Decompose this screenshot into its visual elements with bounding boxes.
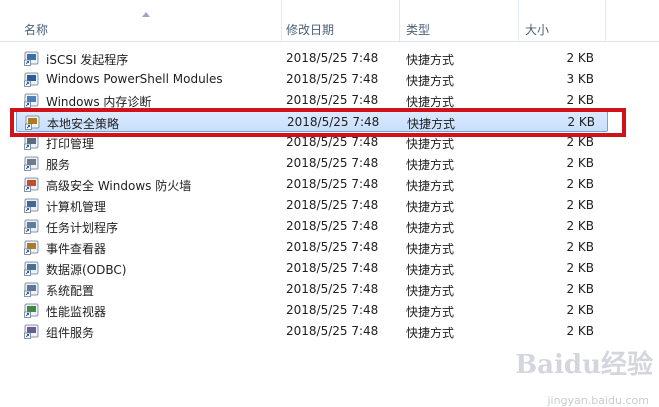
file-row[interactable]: 数据源(ODBC) 2018/5/25 7:48 快捷方式 2 KB xyxy=(16,258,606,279)
file-date: 2018/5/25 7:48 xyxy=(286,177,379,191)
file-type: 快捷方式 xyxy=(406,74,455,88)
file-name: 数据源(ODBC) xyxy=(46,263,127,277)
file-row[interactable]: 组件服务 2018/5/25 7:48 快捷方式 2 KB xyxy=(16,321,606,342)
column-size[interactable]: 大小 xyxy=(519,0,606,41)
column-date[interactable]: 修改日期 xyxy=(282,0,400,41)
task-scheduler-icon xyxy=(24,219,39,234)
file-name: 任务计划程序 xyxy=(46,221,119,235)
file-size: 3 KB xyxy=(566,72,594,86)
file-type: 快捷方式 xyxy=(406,200,455,214)
column-type-label: 类型 xyxy=(406,23,431,37)
file-size: 2 KB xyxy=(566,324,594,338)
odbc-icon xyxy=(24,261,39,276)
watermark-url: jingyan.baidu.com xyxy=(547,394,649,407)
file-date: 2018/5/25 7:48 xyxy=(286,303,379,317)
file-name: 性能监视器 xyxy=(46,305,107,319)
file-size: 2 KB xyxy=(566,261,594,275)
file-size: 2 KB xyxy=(566,93,594,107)
file-type: 快捷方式 xyxy=(406,242,455,256)
file-size: 2 KB xyxy=(566,303,594,317)
file-size: 2 KB xyxy=(566,177,594,191)
file-row[interactable]: 事件查看器 2018/5/25 7:48 快捷方式 2 KB xyxy=(16,237,606,258)
file-name: Windows PowerShell Modules xyxy=(46,72,223,86)
sort-ascending-icon xyxy=(142,12,150,17)
memory-diagnostic-icon xyxy=(24,93,39,108)
watermark-brand: Baidu经验 xyxy=(515,350,653,380)
system-config-icon xyxy=(24,282,39,297)
file-row[interactable]: 高级安全 Windows 防火墙 2018/5/25 7:48 快捷方式 2 KB xyxy=(16,174,606,195)
file-date: 2018/5/25 7:48 xyxy=(286,198,379,212)
file-name: 组件服务 xyxy=(46,326,95,340)
file-date: 2018/5/25 7:48 xyxy=(286,135,379,149)
file-size: 2 KB xyxy=(566,135,594,149)
file-name: 服务 xyxy=(46,158,71,172)
file-name: 高级安全 Windows 防火墙 xyxy=(46,179,192,193)
file-name: 事件查看器 xyxy=(46,242,107,256)
highlight-annotation xyxy=(10,108,626,137)
file-type: 快捷方式 xyxy=(406,284,455,298)
event-viewer-icon xyxy=(24,240,39,255)
file-size: 2 KB xyxy=(566,219,594,233)
file-row[interactable]: 系统配置 2018/5/25 7:48 快捷方式 2 KB xyxy=(16,279,606,300)
file-size: 2 KB xyxy=(566,240,594,254)
column-type[interactable]: 类型 xyxy=(400,0,519,41)
component-services-icon xyxy=(24,324,39,339)
column-size-label: 大小 xyxy=(525,23,550,37)
powershell-icon xyxy=(24,72,39,87)
file-row[interactable]: 任务计划程序 2018/5/25 7:48 快捷方式 2 KB xyxy=(16,216,606,237)
file-row[interactable]: 性能监视器 2018/5/25 7:48 快捷方式 2 KB xyxy=(16,300,606,321)
file-type: 快捷方式 xyxy=(406,305,455,319)
file-row[interactable]: Windows PowerShell Modules 2018/5/25 7:48… xyxy=(16,69,606,90)
file-date: 2018/5/25 7:48 xyxy=(286,219,379,233)
file-date: 2018/5/25 7:48 xyxy=(286,324,379,338)
file-date: 2018/5/25 7:48 xyxy=(286,261,379,275)
firewall-icon xyxy=(24,177,39,192)
file-type: 快捷方式 xyxy=(406,158,455,172)
file-type: 快捷方式 xyxy=(406,263,455,277)
file-name: 系统配置 xyxy=(46,284,95,298)
file-type: 快捷方式 xyxy=(406,137,455,151)
file-size: 2 KB xyxy=(566,156,594,170)
column-name-label: 名称 xyxy=(24,23,49,37)
file-name: 计算机管理 xyxy=(46,200,107,214)
file-type: 快捷方式 xyxy=(406,53,455,67)
file-type: 快捷方式 xyxy=(406,179,455,193)
file-name: iSCSI 发起程序 xyxy=(46,53,129,67)
file-date: 2018/5/25 7:48 xyxy=(286,282,379,296)
file-date: 2018/5/25 7:48 xyxy=(286,51,379,65)
file-name: 打印管理 xyxy=(46,137,95,151)
file-size: 2 KB xyxy=(566,282,594,296)
file-row[interactable]: 计算机管理 2018/5/25 7:48 快捷方式 2 KB xyxy=(16,195,606,216)
column-name[interactable]: 名称 xyxy=(0,0,282,41)
file-type: 快捷方式 xyxy=(406,326,455,340)
file-date: 2018/5/25 7:48 xyxy=(286,72,379,86)
file-date: 2018/5/25 7:48 xyxy=(286,93,379,107)
file-row[interactable]: iSCSI 发起程序 2018/5/25 7:48 快捷方式 2 KB xyxy=(16,48,606,69)
computer-management-icon xyxy=(24,198,39,213)
performance-monitor-icon xyxy=(24,303,39,318)
file-row[interactable]: 服务 2018/5/25 7:48 快捷方式 2 KB xyxy=(16,153,606,174)
file-size: 2 KB xyxy=(566,51,594,65)
file-date: 2018/5/25 7:48 xyxy=(286,156,379,170)
services-icon xyxy=(24,156,39,171)
iscsi-icon xyxy=(24,51,39,66)
column-header: 名称 修改日期 类型 大小 xyxy=(0,0,659,42)
file-date: 2018/5/25 7:48 xyxy=(286,240,379,254)
file-size: 2 KB xyxy=(566,198,594,212)
file-type: 快捷方式 xyxy=(406,221,455,235)
column-date-label: 修改日期 xyxy=(286,23,335,37)
